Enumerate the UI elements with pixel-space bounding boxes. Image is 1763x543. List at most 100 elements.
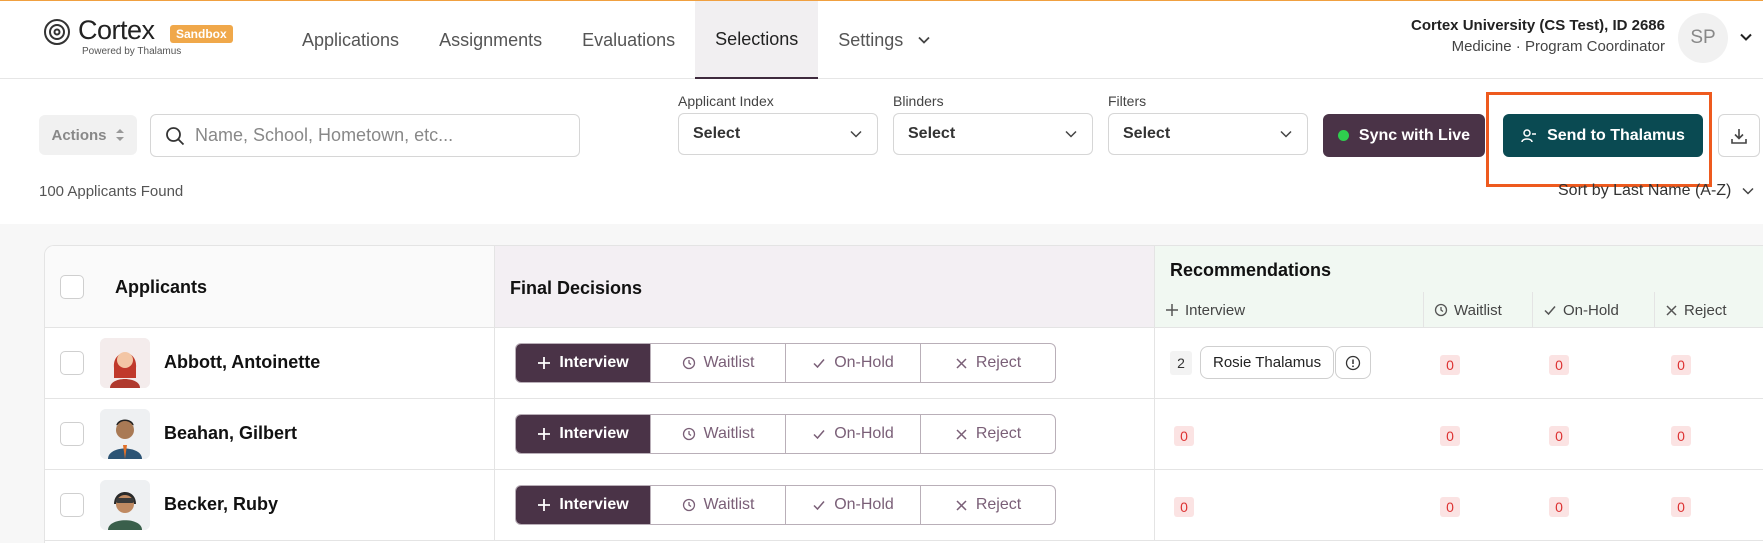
applicant-index-select[interactable]: Select [678,113,878,155]
final-decisions-header-label: Final Decisions [510,278,643,298]
account-org: Cortex University (CS Test), ID 2686 [1411,17,1665,34]
sync-with-live-button[interactable]: Sync with Live [1323,114,1485,157]
nav-applications[interactable]: Applications [282,1,419,79]
decision-waitlist-button[interactable]: Waitlist [651,486,786,524]
applicant-index-filter: Applicant Index Select [678,93,878,155]
decision-interview-button[interactable]: Interview [516,344,651,382]
chevron-down-icon [850,130,862,138]
sandbox-badge: Sandbox [170,25,233,43]
decision-reject-button[interactable]: Reject [921,415,1055,453]
account-info: Cortex University (CS Test), ID 2686 Med… [1411,17,1665,55]
sort-updown-icon [115,129,124,141]
waitlist-rec-count: 0 [1440,426,1460,446]
reject-rec-count: 0 [1671,497,1691,517]
row-checkbox[interactable] [60,422,84,446]
logo-spiral-icon [44,19,70,45]
main-nav: Applications Assignments Evaluations Sel… [282,1,951,79]
clock-icon [682,498,695,512]
reviewer-chip[interactable]: Rosie Thalamus [1200,346,1335,379]
select-all-checkbox[interactable] [60,275,84,299]
check-icon [813,359,825,369]
final-decision-cell: Interview Waitlist On-Hold Reject [495,328,1155,399]
decision-toggle-group: Interview Waitlist On-Hold Reject [515,343,1056,383]
nav-evaluations[interactable]: Evaluations [562,1,695,79]
search-input[interactable] [195,125,555,146]
account-menu-chevron-icon[interactable] [1738,29,1754,45]
applicant-avatar[interactable] [100,338,150,388]
decision-toggle-group: Interview Waitlist On-Hold Reject [515,414,1056,454]
chevron-down-icon [1742,187,1754,195]
decision-interview-button[interactable]: Interview [516,415,651,453]
highlight-annotation [1486,92,1712,187]
final-decisions-column-header: Final Decisions [495,246,1155,328]
chevron-down-icon [1280,130,1292,138]
actions-dropdown[interactable]: Actions [39,115,137,155]
filter-label: Applicant Index [678,93,774,109]
rec-interview-header[interactable]: Interview [1155,292,1424,328]
decision-interview-button[interactable]: Interview [516,486,651,524]
search-box [150,114,580,157]
applicants-column-header: Applicants [45,246,495,328]
blinders-filter: Blinders Select [893,93,1093,155]
final-decision-cell: Interview Waitlist On-Hold Reject [495,470,1155,541]
check-icon [813,501,825,511]
decision-onhold-button[interactable]: On-Hold [786,344,921,382]
decision-waitlist-button[interactable]: Waitlist [651,415,786,453]
sort-dropdown[interactable]: Sort by Last Name (A-Z) [1558,182,1755,200]
x-icon [956,499,967,511]
nav-selections[interactable]: Selections [695,1,819,79]
applicant-cell: Abbott, Antoinette [45,328,495,399]
reject-rec-count: 0 [1671,426,1691,446]
applicants-found-count: 100 Applicants Found [39,183,184,200]
decision-onhold-button[interactable]: On-Hold [786,415,921,453]
search-icon [166,126,185,145]
download-icon [1731,128,1747,144]
row-checkbox[interactable] [60,351,84,375]
blinders-select[interactable]: Select [893,113,1093,155]
decision-waitlist-button[interactable]: Waitlist [651,344,786,382]
decision-reject-button[interactable]: Reject [921,486,1055,524]
row-checkbox[interactable] [60,493,84,517]
nav-assignments[interactable]: Assignments [419,1,562,79]
reject-rec-count: 0 [1671,355,1691,375]
clock-icon [682,356,695,370]
user-avatar[interactable]: SP [1678,13,1728,63]
decision-onhold-button[interactable]: On-Hold [786,486,921,524]
nav-settings[interactable]: Settings [818,1,951,79]
clock-icon [682,427,695,441]
final-decision-cell: Interview Waitlist On-Hold Reject [495,399,1155,470]
table-row: Abbott, Antoinette Interview Waitlist On… [45,328,1763,399]
top-header: Cortex Sandbox Powered by Thalamus Appli… [0,1,1763,79]
recommendations-header-label: Recommendations [1170,260,1332,280]
recommendations-cell: 0 0 0 0 [1155,399,1763,470]
plus-icon [1166,304,1178,316]
info-icon [1345,355,1361,370]
applicant-name[interactable]: Becker, Ruby [164,494,278,515]
recommendations-column-header: Recommendations Interview Waitlist On-Ho… [1155,246,1763,328]
live-status-dot-icon [1337,130,1349,141]
applicant-name[interactable]: Abbott, Antoinette [164,352,320,373]
onhold-rec-count: 0 [1549,426,1569,446]
brand-logo[interactable]: Cortex Sandbox Powered by Thalamus [42,15,242,61]
waitlist-rec-count: 0 [1440,355,1460,375]
decision-reject-button[interactable]: Reject [921,344,1055,382]
waitlist-rec-count: 0 [1440,497,1460,517]
brand-name: Cortex [78,15,155,45]
rec-waitlist-header[interactable]: Waitlist [1424,292,1533,328]
filters-select[interactable]: Select [1108,113,1308,155]
applicant-name[interactable]: Beahan, Gilbert [164,423,297,444]
table-row: Beahan, Gilbert Interview Waitlist On-Ho… [45,399,1763,470]
onhold-rec-count: 0 [1549,497,1569,517]
applicant-avatar[interactable] [100,480,150,530]
table-row: Becker, Ruby Interview Waitlist On-Hold [45,470,1763,541]
onhold-rec-count: 0 [1549,355,1569,375]
plus-icon [538,428,551,440]
rec-reject-header[interactable]: Reject [1655,292,1763,328]
download-button[interactable] [1718,114,1760,157]
rec-onhold-header[interactable]: On-Hold [1533,292,1655,328]
rec-info-button[interactable] [1335,346,1371,379]
applicant-avatar[interactable] [100,409,150,459]
interview-rec-count: 2 [1170,351,1192,375]
x-icon [956,428,967,440]
avatar-woman-red-hair-icon [100,338,150,388]
